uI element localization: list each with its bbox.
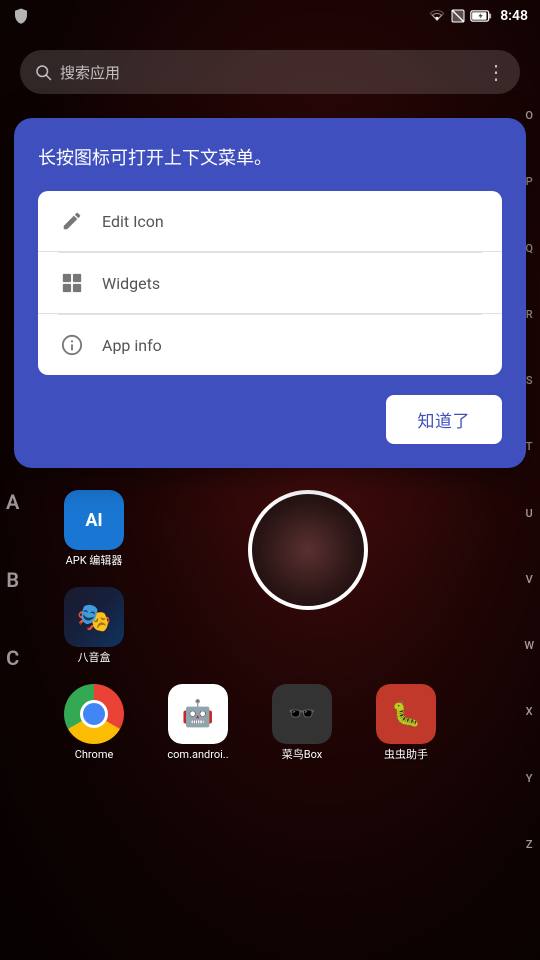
dialog-backdrop: 长按图标可打开上下文菜单。 Edit Icon bbox=[0, 0, 540, 960]
no-sim-icon bbox=[450, 8, 466, 24]
status-bar-right: 8:48 bbox=[428, 8, 528, 24]
menu-item-edit-icon[interactable]: Edit Icon bbox=[38, 191, 502, 252]
battery-icon bbox=[470, 9, 492, 23]
context-menu: Edit Icon Widgets bbox=[38, 191, 502, 375]
shield-icon: ! bbox=[12, 7, 30, 25]
menu-label-app-info: App info bbox=[102, 336, 162, 355]
menu-item-app-info[interactable]: App info bbox=[38, 315, 502, 375]
pencil-icon bbox=[58, 207, 86, 235]
menu-label-widgets: Widgets bbox=[102, 274, 160, 293]
info-icon bbox=[58, 331, 86, 359]
wifi-icon bbox=[428, 9, 446, 23]
dialog-actions: 知道了 bbox=[38, 395, 502, 444]
status-time: 8:48 bbox=[500, 8, 528, 24]
status-bar: ! 8:48 bbox=[0, 0, 540, 32]
dialog-hint-text: 长按图标可打开上下文菜单。 bbox=[38, 146, 502, 171]
dialog-card: 长按图标可打开上下文菜单。 Edit Icon bbox=[14, 118, 526, 468]
svg-text:!: ! bbox=[20, 13, 22, 21]
widgets-icon bbox=[58, 269, 86, 297]
status-bar-left: ! bbox=[12, 7, 30, 25]
menu-label-edit-icon: Edit Icon bbox=[102, 212, 164, 231]
menu-item-widgets[interactable]: Widgets bbox=[38, 253, 502, 314]
gotit-button[interactable]: 知道了 bbox=[386, 395, 503, 444]
